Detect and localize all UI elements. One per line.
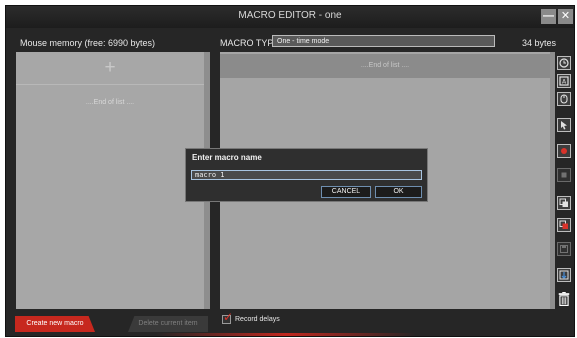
bottom-accent-line bbox=[156, 333, 416, 336]
macro-list-panel: + ....End of list .... bbox=[16, 52, 204, 309]
right-toolbar: A bbox=[556, 52, 574, 312]
clock-icon bbox=[559, 58, 569, 68]
delete-button[interactable] bbox=[557, 292, 571, 306]
stop-icon bbox=[561, 172, 567, 178]
events-list-scrollbar[interactable] bbox=[550, 52, 555, 309]
save-icon bbox=[560, 245, 568, 253]
record-delays-checkbox[interactable]: ✓ bbox=[222, 311, 233, 324]
checkmark-icon: ✓ bbox=[223, 310, 234, 324]
insert-mouse-button[interactable] bbox=[557, 92, 571, 106]
insert-key-button[interactable]: A bbox=[557, 74, 571, 88]
window-title: MACRO EDITOR - one bbox=[238, 10, 342, 21]
plus-icon[interactable]: + bbox=[16, 58, 204, 77]
import-icon bbox=[559, 270, 569, 280]
mouse-icon bbox=[560, 94, 568, 104]
paste-button[interactable] bbox=[557, 218, 571, 232]
import-button[interactable] bbox=[557, 268, 571, 282]
minimize-button[interactable]: — bbox=[541, 9, 556, 24]
mouse-memory-label: Mouse memory (free: 6990 bytes) bbox=[20, 38, 156, 48]
save-button[interactable] bbox=[557, 242, 571, 256]
ok-button[interactable]: OK bbox=[375, 186, 422, 198]
macro-size-label: 34 bytes bbox=[521, 38, 556, 48]
close-button[interactable]: ✕ bbox=[558, 9, 573, 24]
title-bar[interactable]: MACRO EDITOR - one — ✕ bbox=[6, 6, 574, 28]
cancel-button[interactable]: CANCEL bbox=[321, 186, 371, 198]
insert-cursor-button[interactable] bbox=[557, 118, 571, 132]
insert-delay-button[interactable] bbox=[557, 56, 571, 70]
macro-list-end-label: ....End of list .... bbox=[85, 99, 135, 106]
macro-name-dialog: Enter macro name macro 1 CANCEL OK bbox=[185, 148, 428, 202]
events-list-end-label: ....End of list .... bbox=[360, 62, 410, 69]
delete-current-item-button[interactable]: Delete current item bbox=[128, 316, 208, 332]
cursor-arrow-icon bbox=[561, 121, 567, 130]
add-macro-area[interactable]: + bbox=[16, 52, 204, 85]
macro-editor-window: MACRO EDITOR - one — ✕ Mouse memory (fre… bbox=[5, 5, 575, 337]
copy-icon bbox=[559, 198, 568, 207]
paste-icon bbox=[559, 220, 568, 229]
events-list-row[interactable]: ....End of list .... bbox=[220, 54, 550, 78]
copy-button[interactable] bbox=[557, 196, 571, 210]
record-delays-label: Record delays bbox=[235, 316, 280, 323]
macro-name-input[interactable]: macro 1 bbox=[191, 170, 422, 180]
macro-type-label: MACRO TYPE bbox=[220, 38, 280, 48]
create-new-macro-button[interactable]: Create new macro bbox=[15, 316, 95, 332]
record-icon bbox=[561, 148, 567, 154]
stop-button[interactable] bbox=[557, 168, 571, 182]
trash-icon bbox=[558, 292, 570, 306]
dialog-title: Enter macro name bbox=[192, 153, 262, 162]
keyboard-key-icon: A bbox=[559, 76, 569, 86]
macro-type-select[interactable]: One - time mode bbox=[272, 35, 495, 47]
record-button[interactable] bbox=[557, 144, 571, 158]
